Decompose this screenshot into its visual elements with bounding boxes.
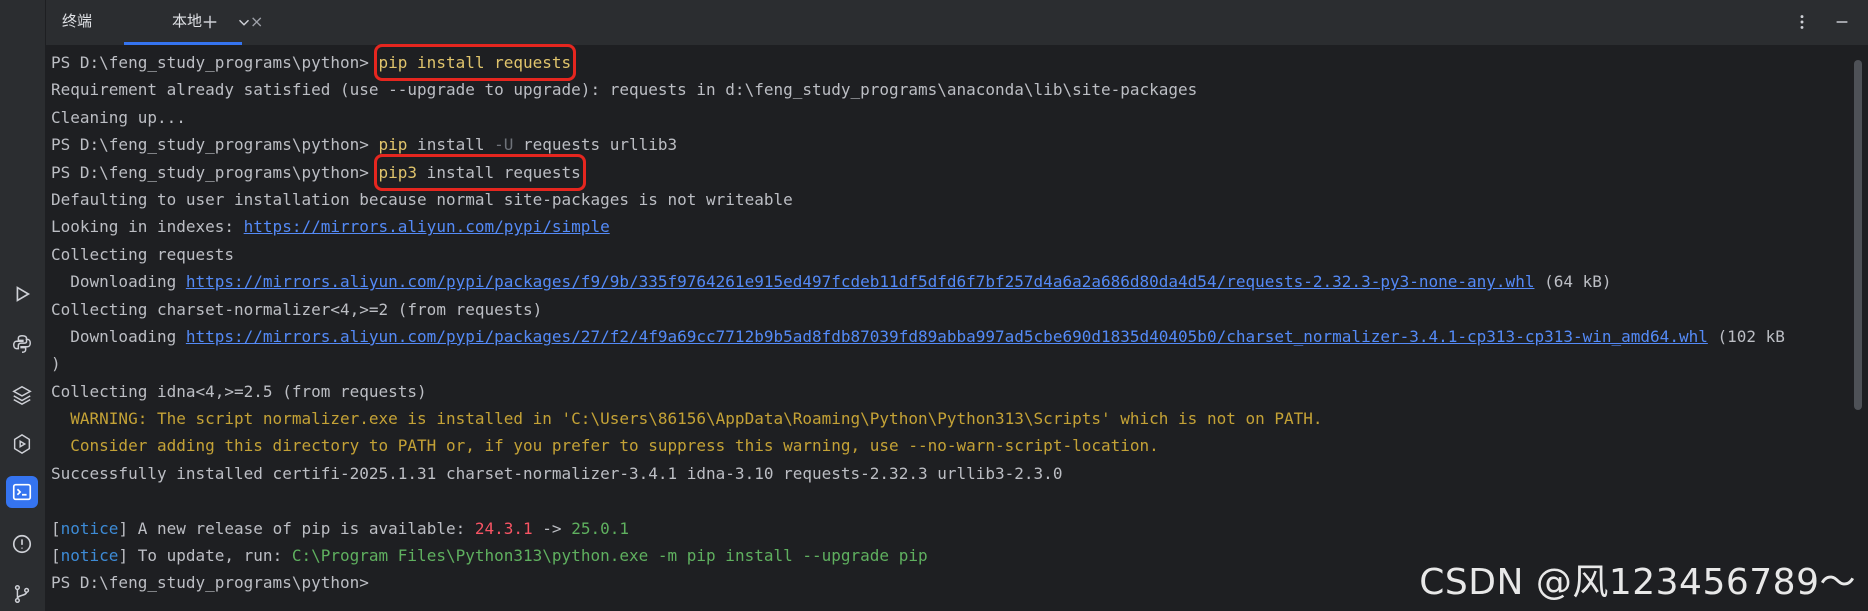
file-size: (102 kB	[1707, 326, 1785, 346]
prompt: PS D:\feng_study_programs\python>	[51, 135, 379, 155]
old-version: 24.3.1	[474, 518, 533, 538]
terminal-line: Defaulting to user installation because …	[51, 189, 793, 209]
terminal-panel-title: 终端	[62, 12, 93, 30]
warning-line: Consider adding this directory to PATH o…	[51, 436, 1159, 456]
terminal-line: Downloading https://mirrors.aliyun.com/p…	[51, 323, 1848, 350]
terminal-line: Requirement already satisfied (use --upg…	[51, 80, 1198, 100]
git-icon[interactable]	[6, 578, 38, 610]
command-text: install	[407, 135, 495, 155]
notice-tag: notice	[60, 546, 119, 566]
prompt: PS D:\feng_study_programs\python>	[51, 53, 379, 72]
file-size: (64 kB)	[1534, 272, 1612, 292]
prompt: PS D:\feng_study_programs\python>	[51, 162, 379, 182]
highlighted-command: pip install requests	[373, 43, 577, 82]
terminal-line: Collecting idna<4,>=2.5 (from requests)	[51, 381, 427, 401]
new-version: 25.0.1	[571, 518, 629, 538]
minimize-icon[interactable]	[1826, 6, 1858, 38]
services-icon[interactable]	[6, 428, 38, 460]
watermark: CSDN @风123456789～	[1419, 562, 1856, 603]
command-name: pip3	[378, 162, 418, 182]
terminal-line: PS D:\feng_study_programs\python> pip in…	[51, 131, 1848, 158]
warning-line: WARNING: The script normalizer.exe is in…	[51, 409, 1323, 429]
command-flag: -U	[494, 135, 514, 155]
index-url-link[interactable]: https://mirrors.aliyun.com/pypi/simple	[244, 217, 610, 236]
terminal-line: Collecting requests	[51, 244, 235, 264]
terminal-line: Collecting charset-normalizer<4,>=2 (fro…	[51, 299, 543, 319]
command-text: install requests	[417, 162, 581, 182]
output-text: ->	[532, 518, 572, 538]
output-text: Downloading	[51, 326, 186, 346]
terminal-line: PS D:\feng_study_programs\python> pip3 i…	[51, 153, 1848, 192]
terminal-line: Looking in indexes: https://mirrors.aliy…	[51, 213, 1848, 240]
layers-icon[interactable]	[6, 379, 38, 411]
terminal-line: PS D:\feng_study_programs\python> pip in…	[51, 43, 1848, 82]
terminal-tab-bar: 终端 本地 ×	[46, 0, 1868, 46]
bracket: [	[51, 518, 61, 538]
output-text: ] To update, run:	[118, 546, 292, 566]
output-text: ] A new release of pip is available:	[118, 518, 475, 538]
command-text: requests urllib3	[513, 135, 678, 155]
terminal-icon[interactable]	[6, 476, 38, 508]
active-tab-indicator	[124, 42, 242, 45]
terminal-line: Successfully installed certifi-2025.1.31…	[51, 463, 1063, 483]
update-command: C:\Program Files\Python313\python.exe -m…	[291, 546, 928, 566]
left-toolbar	[0, 0, 46, 611]
highlighted-command: pip3 install requests	[373, 153, 586, 192]
terminal-output[interactable]: PS D:\feng_study_programs\python> pip in…	[51, 43, 1848, 611]
download-url-link[interactable]: https://mirrors.aliyun.com/pypi/packages…	[186, 272, 1535, 291]
terminal-line: Cleaning up...	[51, 107, 186, 127]
terminal-line: )	[51, 354, 61, 374]
command-text: pip install requests	[378, 53, 572, 72]
download-url-link[interactable]: https://mirrors.aliyun.com/pypi/packages…	[186, 327, 1708, 346]
more-options-icon[interactable]	[1786, 6, 1818, 38]
python-console-icon[interactable]	[6, 328, 38, 360]
output-text: Looking in indexes:	[51, 217, 244, 237]
prompt: PS D:\feng_study_programs\python>	[51, 573, 379, 593]
bracket: [	[51, 546, 61, 566]
problems-icon[interactable]	[6, 528, 38, 560]
command-name: pip	[378, 135, 408, 155]
notice-tag: notice	[60, 518, 119, 538]
new-tab-plus-icon[interactable]	[194, 6, 226, 38]
terminal-line: [notice] A new release of pip is availab…	[51, 515, 1848, 542]
output-text: Downloading	[51, 272, 186, 292]
vertical-scrollbar[interactable]	[1854, 60, 1862, 410]
terminal-line: Downloading https://mirrors.aliyun.com/p…	[51, 268, 1848, 295]
run-icon[interactable]	[6, 278, 38, 310]
chevron-down-icon[interactable]	[228, 6, 260, 38]
